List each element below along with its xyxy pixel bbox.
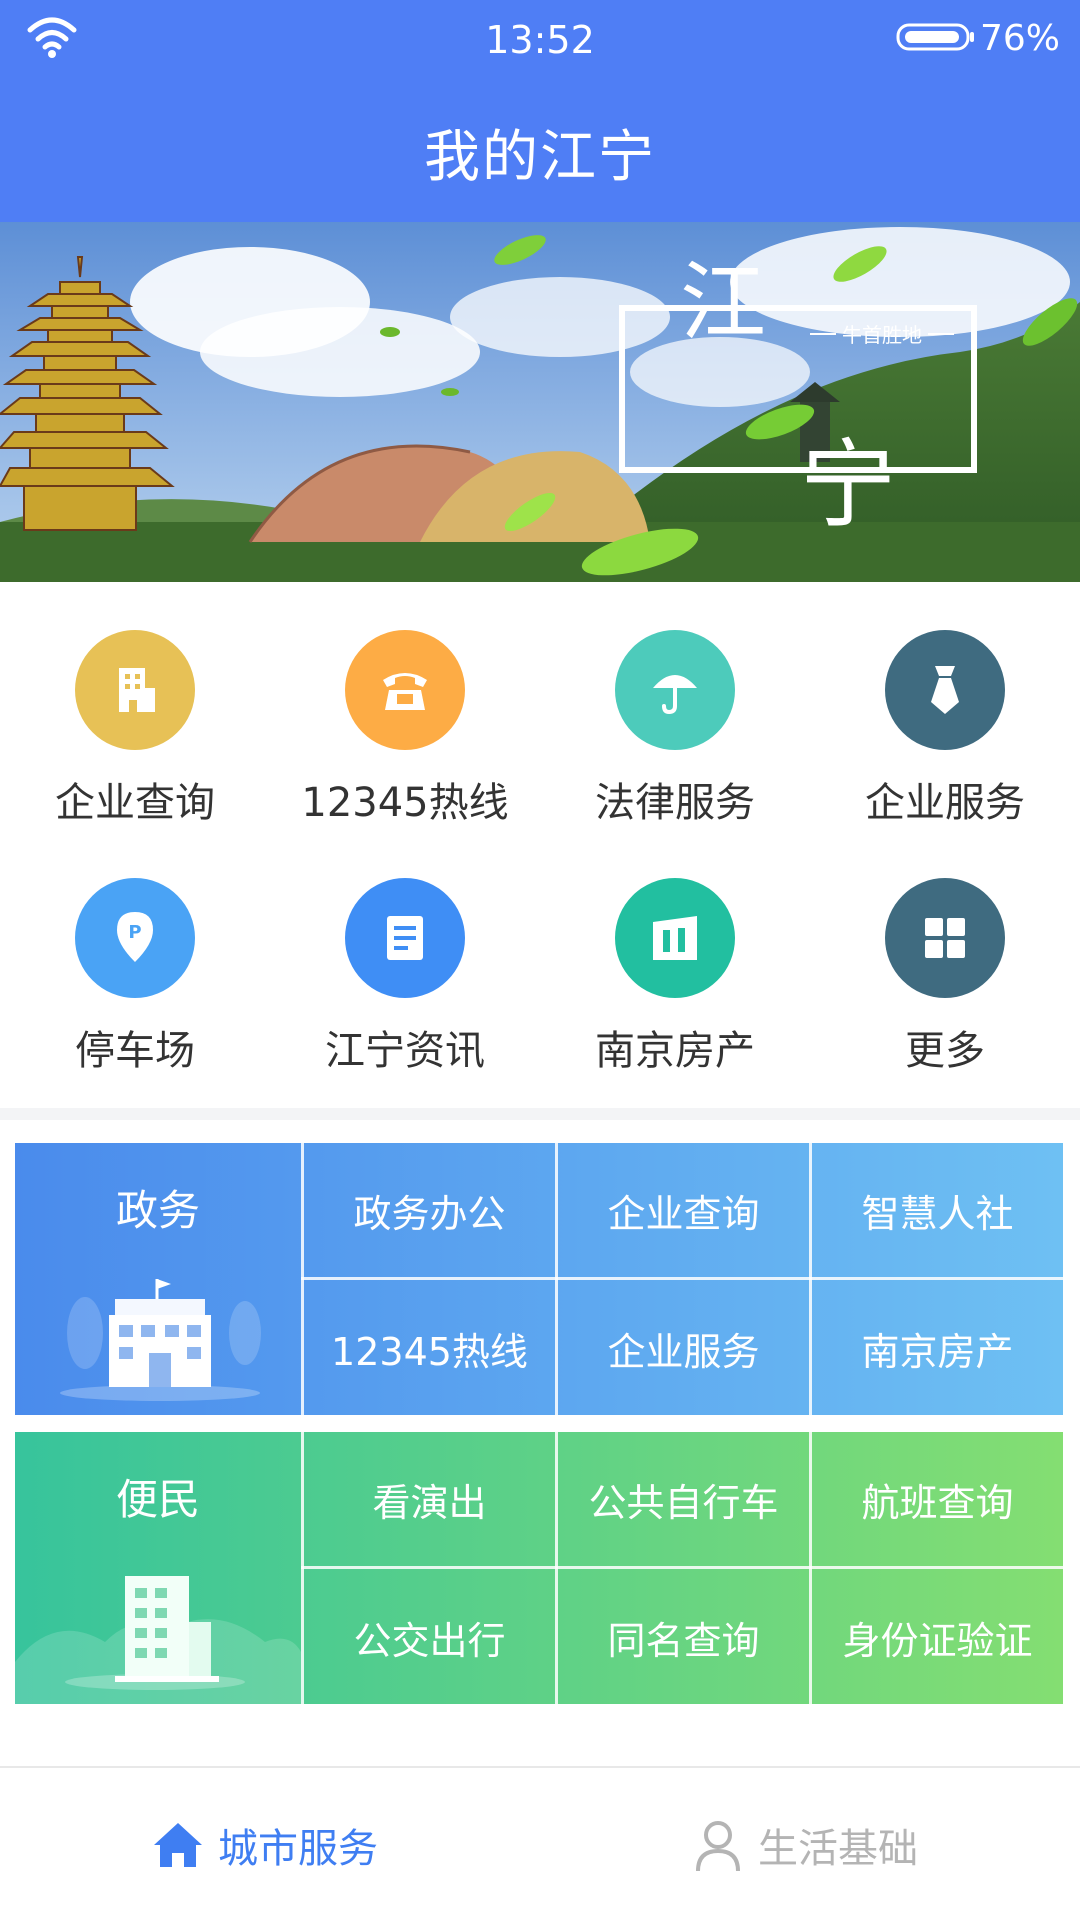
grid-item-more[interactable]: 更多 (810, 866, 1080, 1116)
grid-item-circle (345, 878, 465, 998)
grid-item-circle (615, 878, 735, 998)
grid-icon (925, 918, 965, 958)
status-bar: 13:52 76% (0, 0, 1080, 75)
nav-tab-life-basics[interactable]: 生活基础 (690, 1768, 918, 1922)
grid-item-label: 南京房产 (595, 1028, 755, 1074)
cell-divider (301, 1277, 1063, 1280)
government-building-icon (60, 1279, 261, 1401)
grid-item-enterprise-service[interactable]: 企业服务 (810, 618, 1080, 868)
building-icon (119, 668, 155, 712)
service-cell[interactable]: 身份证验证 (812, 1570, 1063, 1704)
tie-icon (931, 666, 959, 714)
top-bar: 13:52 76% 我的江宁 (0, 0, 1080, 222)
grid-item-label: 12345热线 (301, 780, 509, 826)
service-cell[interactable]: 同名查询 (558, 1570, 809, 1704)
panel-convenience: 便民 看演出 公共自行车 航班查询 公交出行 同名查询 身份证验证 (15, 1432, 1063, 1704)
panel-header[interactable]: 便民 (15, 1432, 301, 1704)
service-cell[interactable]: 企业查询 (558, 1143, 809, 1277)
service-cell[interactable]: 企业服务 (558, 1281, 809, 1415)
grid-item-circle (885, 878, 1005, 998)
panel-header[interactable]: 政务 (15, 1143, 301, 1415)
banner-scene: 江 宁 牛首胜地 (0, 222, 1080, 582)
panel-title: 便民 (115, 1475, 200, 1524)
banner-char-2: 宁 (800, 429, 896, 541)
grid-item-legal-service[interactable]: 法律服务 (540, 618, 810, 868)
house-icon (653, 916, 697, 960)
grid-item-jiangning-news[interactable]: 江宁资讯 (270, 866, 540, 1116)
panel-title: 政务 (115, 1186, 200, 1235)
grid-item-circle: P (75, 878, 195, 998)
grid-item-label: 江宁资讯 (325, 1028, 485, 1074)
grid-item-parking[interactable]: P 停车场 (0, 866, 270, 1116)
nav-tab-city-services[interactable]: 城市服务 (150, 1768, 378, 1922)
grid-item-circle (345, 630, 465, 750)
grid-item-label: 企业查询 (55, 780, 215, 826)
service-cell[interactable]: 看演出 (304, 1432, 555, 1566)
umbrella-icon (653, 675, 697, 715)
service-cell[interactable]: 12345热线 (304, 1281, 555, 1415)
banner-slogan: 牛首胜地 (842, 323, 922, 347)
grid-item-circle (885, 630, 1005, 750)
bottom-nav: 城市服务 生活基础 (0, 1766, 1080, 1922)
banner-char-1: 江 (680, 253, 766, 353)
cell-divider (301, 1566, 1063, 1569)
grid-item-hotline[interactable]: 12345热线 (270, 618, 540, 868)
service-cell[interactable]: 公交出行 (304, 1570, 555, 1704)
grid-item-enterprise-query[interactable]: 企业查询 (0, 618, 270, 868)
grid-item-label: 停车场 (75, 1028, 195, 1074)
phone-icon (383, 673, 427, 710)
grid-item-label: 企业服务 (865, 780, 1025, 826)
section-divider (0, 1108, 1080, 1120)
service-cell[interactable]: 航班查询 (812, 1432, 1063, 1566)
grid-item-nanjing-property[interactable]: 南京房产 (540, 866, 810, 1116)
page-title: 我的江宁 (424, 125, 656, 190)
banner-image[interactable]: 江 宁 牛首胜地 (0, 222, 1080, 582)
apartment-building-icon (15, 1576, 301, 1704)
nav-tab-label: 城市服务 (218, 1826, 378, 1872)
battery-icon (896, 23, 974, 51)
home-icon (154, 1823, 202, 1867)
document-icon (387, 916, 423, 960)
battery-percent: 76% (979, 18, 1060, 59)
parking-pin-icon: P (117, 912, 153, 962)
grid-item-label: 法律服务 (595, 780, 755, 826)
service-cell[interactable]: 公共自行车 (558, 1432, 809, 1566)
service-cell[interactable]: 政务办公 (304, 1143, 555, 1277)
svg-text:P: P (128, 922, 141, 943)
grid-item-circle (75, 630, 195, 750)
grid-item-circle (615, 630, 735, 750)
service-cell[interactable]: 智慧人社 (812, 1143, 1063, 1277)
user-icon (696, 1821, 740, 1872)
grid-item-label: 更多 (905, 1028, 985, 1074)
quick-service-grid: 企业查询 12345热线 法律服务 企业服务 P 停车场 江宁资讯 南京房产 更… (0, 582, 1080, 1110)
service-cell[interactable]: 南京房产 (812, 1281, 1063, 1415)
nav-tab-label: 生活基础 (758, 1826, 918, 1872)
panel-government-affairs: 政务 政务办公 企业查询 智慧人社 12345热线 企业服务 南京房产 (15, 1143, 1063, 1415)
